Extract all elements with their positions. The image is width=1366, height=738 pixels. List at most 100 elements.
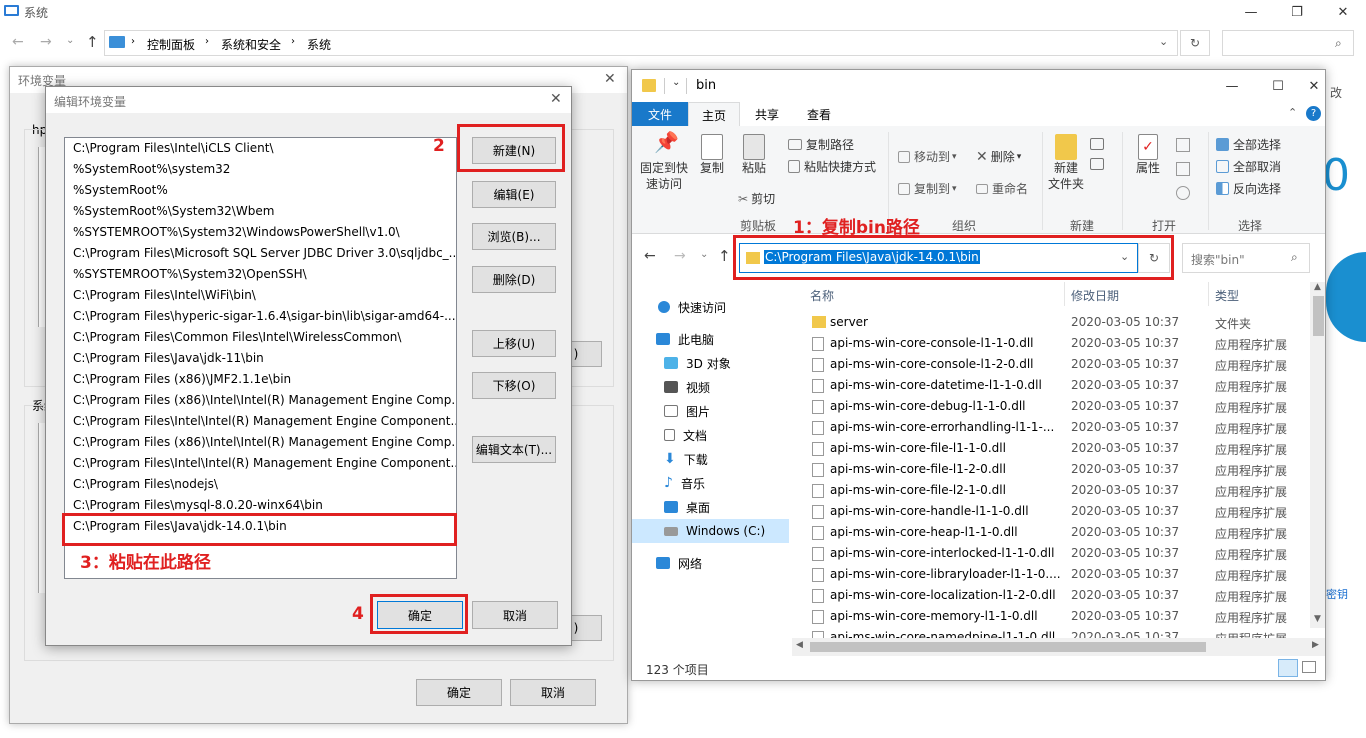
path-list-item[interactable]: C:\Program Files (x86)\JMF2.1.1e\bin <box>65 369 456 390</box>
back-arrow-icon[interactable]: ← <box>12 34 24 50</box>
scroll-thumb[interactable] <box>1313 296 1324 336</box>
path-list-item[interactable]: C:\Program Files\Intel\Intel(R) Manageme… <box>65 411 456 432</box>
paste-button[interactable]: 粘贴 <box>736 134 772 176</box>
new-item-button[interactable] <box>1090 134 1114 174</box>
file-row[interactable]: api-ms-win-core-datetime-l1-1-0.dll 2020-… <box>796 375 1316 396</box>
up-arrow-icon[interactable]: ↑ <box>718 247 731 265</box>
close-icon[interactable]: ✕ <box>604 71 616 87</box>
minimize-button[interactable]: — <box>1228 0 1274 24</box>
col-date[interactable]: 修改日期 <box>1071 287 1119 304</box>
cut-button[interactable]: ✂ 剪切 <box>738 190 775 207</box>
breadcrumb-item[interactable]: 系统 <box>307 36 331 53</box>
invert-selection-button[interactable]: 反向选择 <box>1216 180 1281 197</box>
file-row[interactable]: api-ms-win-core-interlocked-l1-1-0.dll 20… <box>796 543 1316 564</box>
close-button[interactable]: ✕ <box>1320 0 1366 24</box>
edit-text-button[interactable]: 编辑文本(T)... <box>472 436 556 463</box>
edit-button[interactable]: 编辑(E) <box>472 181 556 208</box>
path-list-item[interactable]: C:\Program Files\Microsoft SQL Server JD… <box>65 243 456 264</box>
copy-path-button[interactable]: 复制路径 <box>788 136 854 153</box>
close-button[interactable]: ✕ <box>1301 74 1325 98</box>
delete-button[interactable]: 删除(D) <box>472 266 556 293</box>
rename-button[interactable]: 重命名 <box>976 180 1028 197</box>
tab-share[interactable]: 共享 <box>744 102 790 126</box>
file-row[interactable]: api-ms-win-core-debug-l1-1-0.dll 2020-03-… <box>796 396 1316 417</box>
browse-button[interactable]: 浏览(B)... <box>472 223 556 250</box>
path-list-item[interactable]: C:\Program Files\Intel\iCLS Client\ <box>65 138 456 159</box>
forward-arrow-icon[interactable]: → <box>40 34 52 50</box>
scroll-left-icon[interactable]: ◀ <box>796 640 803 650</box>
nav-desktop[interactable]: 桌面 <box>664 495 710 519</box>
explorer-search-input[interactable]: 搜索"bin" ⌕ <box>1182 243 1310 273</box>
dropdown-chevron-icon[interactable]: ⌄ <box>1159 35 1168 48</box>
file-row[interactable]: api-ms-win-core-console-l1-1-0.dll 2020-0… <box>796 333 1316 354</box>
details-view-icon[interactable] <box>1278 659 1298 677</box>
col-type[interactable]: 类型 <box>1215 287 1239 304</box>
nav-this-pc[interactable]: 此电脑 <box>656 327 714 351</box>
col-name[interactable]: 名称 <box>810 287 834 304</box>
path-list-item[interactable]: C:\Program Files (x86)\Intel\Intel(R) Ma… <box>65 432 456 453</box>
pin-quick-access-button[interactable]: 📌 固定到快 速访问 <box>638 132 690 192</box>
scroll-right-icon[interactable]: ▶ <box>1312 640 1319 650</box>
minimize-button[interactable]: — <box>1209 74 1255 98</box>
back-arrow-icon[interactable]: ← <box>644 248 656 264</box>
copy-button[interactable]: 复制 <box>694 134 730 176</box>
help-icon[interactable]: ? <box>1306 106 1321 121</box>
nav-documents[interactable]: 文档 <box>664 423 707 447</box>
move-to-button[interactable]: 移动到 ▾ <box>898 148 957 165</box>
vertical-scrollbar[interactable]: ▲ ▼ <box>1310 282 1325 628</box>
tab-file[interactable]: 文件 <box>632 102 688 126</box>
path-list-item[interactable]: C:\Program Files\hyperic-sigar-1.6.4\sig… <box>65 306 456 327</box>
file-row[interactable]: api-ms-win-core-file-l1-2-0.dll 2020-03-0… <box>796 459 1316 480</box>
path-list-item[interactable]: %SYSTEMROOT%\System32\WindowsPowerShell\… <box>65 222 456 243</box>
file-row[interactable]: server 2020-03-05 10:37 文件夹 <box>796 312 1316 333</box>
tab-home[interactable]: 主页 <box>688 102 740 127</box>
nav-3d-objects[interactable]: 3D 对象 <box>664 351 731 375</box>
horizontal-scrollbar[interactable]: ◀ ▶ <box>792 638 1325 656</box>
properties-button[interactable]: ✓ 属性 <box>1128 134 1168 176</box>
forward-arrow-icon[interactable]: → <box>674 248 686 264</box>
nav-quick-access[interactable]: 快速访问 <box>658 295 726 319</box>
collapse-ribbon-icon[interactable]: ⌃ <box>1288 106 1297 119</box>
nav-downloads[interactable]: ⬇ 下载 <box>664 447 708 471</box>
env-ok-button[interactable]: 确定 <box>416 679 502 706</box>
path-list-item[interactable]: %SystemRoot%\System32\Wbem <box>65 201 456 222</box>
file-row[interactable]: api-ms-win-core-errorhandling-l1-1-... 20… <box>796 417 1316 438</box>
path-list-item[interactable]: C:\Program Files\Common Files\Intel\Wire… <box>65 327 456 348</box>
nav-windows-c[interactable]: Windows (C:) <box>632 519 789 543</box>
recent-chevron-icon[interactable]: ⌄ <box>700 249 708 260</box>
env-cancel-button[interactable]: 取消 <box>510 679 596 706</box>
scroll-up-icon[interactable]: ▲ <box>1314 282 1321 292</box>
scroll-h-thumb[interactable] <box>810 642 1206 652</box>
move-up-button[interactable]: 上移(U) <box>472 330 556 357</box>
file-row[interactable]: api-ms-win-core-localization-l1-2-0.dll 2… <box>796 585 1316 606</box>
path-list-item[interactable]: C:\Program Files\Java\jdk-11\bin <box>65 348 456 369</box>
tab-view[interactable]: 查看 <box>796 102 842 126</box>
qat-chevron-icon[interactable]: ⌄ <box>672 77 680 88</box>
large-icons-view-icon[interactable] <box>1302 661 1316 673</box>
scroll-down-icon[interactable]: ▼ <box>1314 614 1321 624</box>
product-key-link[interactable]: 密钥 <box>1326 586 1348 602</box>
open-icon[interactable] <box>1176 138 1190 152</box>
nav-videos[interactable]: 视频 <box>664 375 710 399</box>
nav-network[interactable]: 网络 <box>656 551 702 575</box>
path-list-item[interactable]: C:\Program Files\Intel\WiFi\bin\ <box>65 285 456 306</box>
path-list-item[interactable]: %SystemRoot% <box>65 180 456 201</box>
file-row[interactable]: api-ms-win-core-console-l1-2-0.dll 2020-0… <box>796 354 1316 375</box>
edit-icon[interactable] <box>1176 162 1190 176</box>
breadcrumb-item[interactable]: 系统和安全 <box>221 36 281 53</box>
move-down-button[interactable]: 下移(O) <box>472 372 556 399</box>
nav-pictures[interactable]: 图片 <box>664 399 710 423</box>
path-list-item[interactable]: %SystemRoot%\system32 <box>65 159 456 180</box>
new-folder-button[interactable]: 新建 文件夹 <box>1046 134 1086 192</box>
up-arrow-icon[interactable]: ↑ <box>86 33 99 51</box>
refresh-button[interactable]: ↻ <box>1180 30 1210 56</box>
select-all-button[interactable]: 全部选择 <box>1216 136 1281 153</box>
restore-button[interactable]: ❐ <box>1274 0 1320 24</box>
system-search-input[interactable]: ⌕ <box>1222 30 1354 56</box>
nav-music[interactable]: ♪ 音乐 <box>664 471 705 495</box>
copy-to-button[interactable]: 复制到 ▾ <box>898 180 957 197</box>
path-list-item[interactable]: C:\Program Files\nodejs\ <box>65 474 456 495</box>
file-row[interactable]: api-ms-win-core-libraryloader-l1-1-0....… <box>796 564 1316 585</box>
path-list-item[interactable]: C:\Program Files (x86)\Intel\Intel(R) Ma… <box>65 390 456 411</box>
file-row[interactable]: api-ms-win-core-heap-l1-1-0.dll 2020-03-0… <box>796 522 1316 543</box>
